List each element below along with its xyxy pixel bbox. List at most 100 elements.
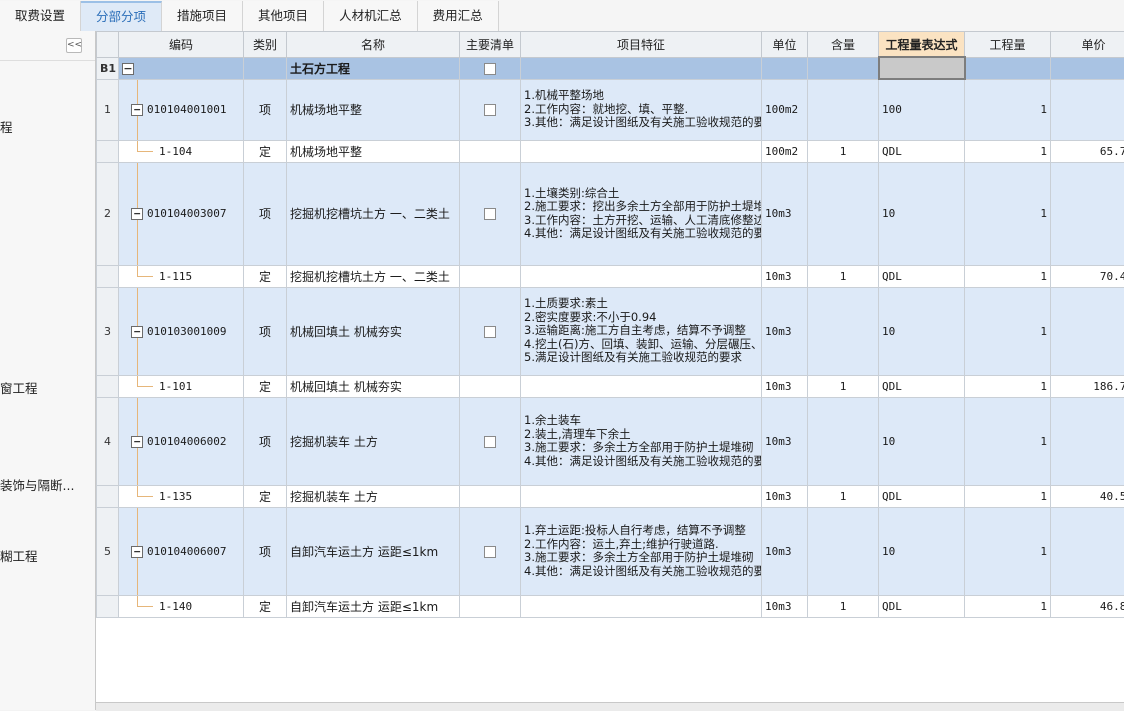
quota-code-cell[interactable]: 1-140: [119, 595, 244, 617]
qty-cell[interactable]: 1: [965, 140, 1051, 162]
price-cell[interactable]: 65.74: [1051, 140, 1124, 162]
code-cell[interactable]: −010103001009: [119, 287, 244, 375]
price-cell[interactable]: [1051, 79, 1124, 140]
minus-box-icon[interactable]: −: [131, 326, 143, 338]
tree-node[interactable]: 程: [0, 117, 13, 136]
minus-box-icon[interactable]: −: [122, 63, 134, 75]
expr-cell[interactable]: QDL: [879, 265, 965, 287]
feature-cell[interactable]: 1.弃土运距:投标人自行考虑，结算不予调整2.工作内容：运土,弃土;维护行驶道路…: [521, 507, 762, 595]
feature-cell[interactable]: 1.土质要求:素土2.密实度要求:不小于0.943.运输距离:施工方自主考虑，结…: [521, 287, 762, 375]
main-list-cell[interactable]: [460, 79, 521, 140]
header-col-9[interactable]: 单价: [1051, 32, 1124, 58]
tree-node[interactable]: 糊工程: [0, 546, 38, 565]
section-row[interactable]: B1−土石方工程: [97, 57, 1124, 79]
checkbox-icon[interactable]: [484, 326, 496, 338]
qty-cell[interactable]: 1: [965, 79, 1051, 140]
main-list-cell[interactable]: [460, 162, 521, 265]
feature-cell[interactable]: 1.机械平整场地2.工作内容：就地挖、填、平整.3.其他：满足设计图纸及有关施工…: [521, 79, 762, 140]
price-cell[interactable]: 46.89: [1051, 595, 1124, 617]
double-chevron-left-icon[interactable]: <<: [66, 38, 82, 53]
section-code-cell[interactable]: −: [119, 57, 244, 79]
quota-code-cell[interactable]: 1-104: [119, 140, 244, 162]
unit-cell[interactable]: 10m3: [762, 287, 808, 375]
main-list-cell[interactable]: [460, 287, 521, 375]
quota-code-cell[interactable]: 1-115: [119, 265, 244, 287]
qty-cell[interactable]: 1: [965, 507, 1051, 595]
type-cell[interactable]: 定: [244, 265, 287, 287]
unit-cell[interactable]: 10m3: [762, 265, 808, 287]
main-list-cell[interactable]: [460, 595, 521, 617]
type-cell[interactable]: 定: [244, 140, 287, 162]
header-col-2[interactable]: 名称: [287, 32, 460, 58]
header-col-7[interactable]: 工程量表达式: [879, 32, 965, 58]
content-cell[interactable]: 1: [808, 595, 879, 617]
feature-cell[interactable]: [521, 485, 762, 507]
type-cell[interactable]: 项: [244, 507, 287, 595]
tree-node[interactable]: 装饰与隔断...: [0, 475, 74, 494]
expr-cell[interactable]: QDL: [879, 140, 965, 162]
header-col-3[interactable]: 主要清单: [460, 32, 521, 58]
price-cell[interactable]: 40.54: [1051, 485, 1124, 507]
quota-code-cell[interactable]: 1-101: [119, 375, 244, 397]
checkbox-icon[interactable]: [484, 63, 496, 75]
code-cell[interactable]: −010104001001: [119, 79, 244, 140]
feature-cell[interactable]: [521, 57, 762, 79]
content-cell[interactable]: 1: [808, 265, 879, 287]
qty-cell[interactable]: 1: [965, 397, 1051, 485]
header-col-8[interactable]: 工程量: [965, 32, 1051, 58]
main-list-cell[interactable]: [460, 485, 521, 507]
unit-cell[interactable]: 100m2: [762, 140, 808, 162]
section-name[interactable]: 土石方工程: [287, 57, 460, 79]
price-cell[interactable]: 70.45: [1051, 265, 1124, 287]
checkbox-icon[interactable]: [484, 104, 496, 116]
tab-1[interactable]: 分部分项: [81, 1, 162, 31]
main-list-cell[interactable]: [460, 397, 521, 485]
quota-row[interactable]: 1-135定挖掘机装车 土方10m31QDL140.54: [97, 485, 1124, 507]
unit-cell[interactable]: 10m3: [762, 397, 808, 485]
quota-row[interactable]: 1-140定自卸汽车运土方 运距≤1km10m31QDL146.89: [97, 595, 1124, 617]
unit-cell[interactable]: 10m3: [762, 485, 808, 507]
tab-5[interactable]: 费用汇总: [418, 1, 499, 31]
price-cell[interactable]: [1051, 162, 1124, 265]
code-cell[interactable]: −010104006002: [119, 397, 244, 485]
header-col-6[interactable]: 含量: [808, 32, 879, 58]
list-item-row[interactable]: 3−010103001009项机械回填土 机械夯实1.土质要求:素土2.密实度要…: [97, 287, 1124, 375]
main-list-cell[interactable]: [460, 265, 521, 287]
expr-cell[interactable]: 10: [879, 162, 965, 265]
unit-cell[interactable]: 100m2: [762, 79, 808, 140]
price-cell[interactable]: [1051, 57, 1124, 79]
expr-cell[interactable]: QDL: [879, 375, 965, 397]
tree-node[interactable]: 窗工程: [0, 378, 38, 397]
type-cell[interactable]: 项: [244, 287, 287, 375]
quota-row[interactable]: 1-115定挖掘机挖槽坑土方 一、二类土10m31QDL170.45: [97, 265, 1124, 287]
qty-cell[interactable]: 1: [965, 265, 1051, 287]
code-cell[interactable]: −010104006007: [119, 507, 244, 595]
qty-cell[interactable]: 1: [965, 162, 1051, 265]
list-item-row[interactable]: 1−010104001001项机械场地平整1.机械平整场地2.工作内容：就地挖、…: [97, 79, 1124, 140]
qty-cell[interactable]: 1: [965, 287, 1051, 375]
unit-cell[interactable]: 10m3: [762, 595, 808, 617]
expr-cell[interactable]: 10: [879, 397, 965, 485]
unit-cell[interactable]: [762, 57, 808, 79]
qty-cell[interactable]: 1: [965, 375, 1051, 397]
price-cell[interactable]: [1051, 287, 1124, 375]
type-cell[interactable]: 项: [244, 162, 287, 265]
main-list-cell[interactable]: [460, 507, 521, 595]
list-item-row[interactable]: 2−010104003007项挖掘机挖槽坑土方 一、二类土1.土壤类别:综合土2…: [97, 162, 1124, 265]
minus-box-icon[interactable]: −: [131, 436, 143, 448]
content-cell[interactable]: [808, 507, 879, 595]
name-cell[interactable]: 挖掘机挖槽坑土方 一、二类土: [287, 162, 460, 265]
qty-cell[interactable]: 1: [965, 485, 1051, 507]
feature-cell[interactable]: 1.土壤类别:综合土2.施工要求：挖出多余土方全部用于防护土堤堆砌3.工作内容：…: [521, 162, 762, 265]
name-cell[interactable]: 自卸汽车运土方 运距≤1km: [287, 507, 460, 595]
name-cell[interactable]: 机械回填土 机械夯实: [287, 287, 460, 375]
expr-cell[interactable]: 10: [879, 507, 965, 595]
feature-cell[interactable]: [521, 595, 762, 617]
unit-cell[interactable]: 10m3: [762, 162, 808, 265]
checkbox-icon[interactable]: [484, 436, 496, 448]
tab-2[interactable]: 措施项目: [162, 1, 243, 31]
code-cell[interactable]: −010104003007: [119, 162, 244, 265]
minus-box-icon[interactable]: −: [131, 104, 143, 116]
main-list-cell[interactable]: [460, 375, 521, 397]
tab-3[interactable]: 其他项目: [243, 1, 324, 31]
